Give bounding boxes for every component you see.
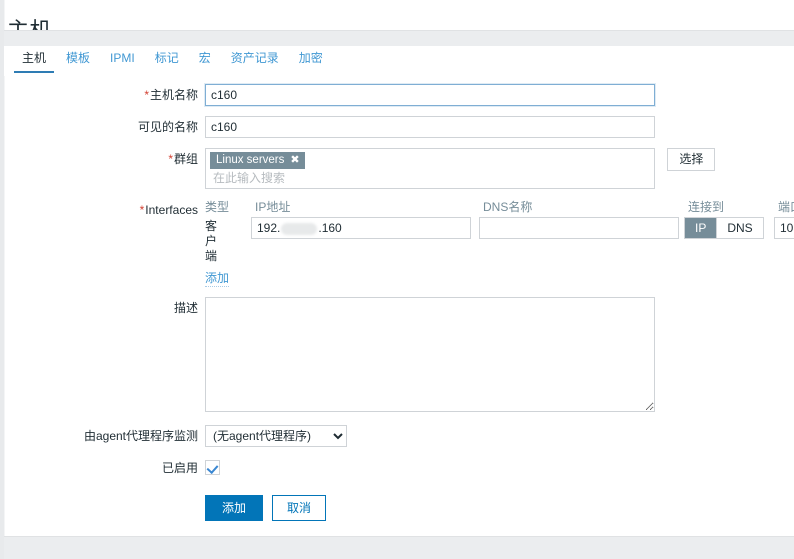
groups-label-wrap: *群组 <box>0 148 205 170</box>
tab-templates-label: 模板 <box>66 51 91 65</box>
required-marker: * <box>139 203 145 217</box>
interfaces-header-dns: DNS名称 <box>483 200 533 214</box>
enabled-checkbox[interactable] <box>205 460 220 475</box>
tab-encryption-label: 加密 <box>298 51 323 65</box>
select-groups-button[interactable]: 选择 <box>667 148 716 171</box>
interface-ip-input[interactable]: 192. .160 <box>251 217 471 239</box>
interfaces-header-connect-to: 连接到 <box>688 200 725 214</box>
tab-tags[interactable]: 标记 <box>145 46 189 73</box>
close-icon[interactable]: ✖ <box>290 154 299 166</box>
interface-dns-input[interactable] <box>479 217 679 239</box>
interfaces-header-port: 端口 <box>778 200 794 214</box>
actions-field-wrap: 添加 取消 <box>205 495 794 521</box>
visible-name-field-wrap <box>205 116 794 138</box>
interface-port-cell: 10 <box>774 217 794 239</box>
interfaces-header-type: 类型 <box>205 200 230 214</box>
submit-button[interactable]: 添加 <box>205 495 264 521</box>
tab-inventory-label: 资产记录 <box>230 51 279 65</box>
interface-connect-cell: IP DNS <box>684 217 774 239</box>
connect-to-dns-option[interactable]: DNS <box>717 218 763 238</box>
tab-macros-label: 宏 <box>198 51 211 65</box>
required-marker: * <box>144 88 149 102</box>
groups-multiselect[interactable]: Linux servers ✖ 在此输入搜索 <box>205 148 655 189</box>
tab-ipmi-label: IPMI <box>110 51 135 65</box>
interface-row: 客户端 192. .160 IP DNS 10 <box>205 217 794 264</box>
tab-macros[interactable]: 宏 <box>189 46 221 73</box>
required-marker: * <box>168 152 173 166</box>
description-textarea[interactable] <box>205 297 655 412</box>
host-form: *主机名称 可见的名称 *群组 Linux servers <box>0 84 794 531</box>
tab-templates[interactable]: 模板 <box>56 46 100 73</box>
tab-inventory[interactable]: 资产记录 <box>221 46 289 73</box>
row-description: 描述 <box>0 297 794 415</box>
add-interface-link[interactable]: 添加 <box>205 271 230 287</box>
enabled-field-wrap <box>205 457 794 475</box>
proxy-label-wrap: 由agent代理程序监测 <box>0 425 205 447</box>
connect-to-ip-option[interactable]: IP <box>685 218 717 238</box>
description-field-wrap <box>205 297 794 415</box>
description-label: 描述 <box>173 301 198 315</box>
description-label-wrap: 描述 <box>0 297 205 319</box>
tab-bar: 主机 模板 IPMI 标记 宏 资产记录 加密 <box>4 46 794 76</box>
row-actions: 添加 取消 <box>0 495 794 521</box>
groups-label: 群组 <box>173 152 198 166</box>
row-visible-name: 可见的名称 <box>0 116 794 138</box>
redacted-octets <box>281 222 318 235</box>
interface-ip-cell: 192. .160 <box>251 217 479 239</box>
interface-type-cell: 客户端 <box>205 217 251 264</box>
host-configuration-page: 主机 主机 模板 IPMI 标记 宏 资产记录 加密 *主机名称 可见的名称 <box>0 0 794 559</box>
group-chip[interactable]: Linux servers ✖ <box>210 152 305 169</box>
interface-type-value: 客户端 <box>205 219 218 263</box>
hostname-field-wrap <box>205 84 794 106</box>
interface-dns-cell <box>479 217 684 239</box>
interfaces-label-wrap: *Interfaces <box>0 199 205 221</box>
interfaces-label: Interfaces <box>145 203 198 217</box>
hostname-label-wrap: *主机名称 <box>0 84 205 106</box>
connect-to-toggle: IP DNS <box>684 217 764 239</box>
tab-host[interactable]: 主机 <box>12 46 56 73</box>
interface-ip-prefix: 192. <box>257 221 281 235</box>
footer-band <box>4 536 794 559</box>
visible-name-label-wrap: 可见的名称 <box>0 116 205 138</box>
visible-name-label: 可见的名称 <box>137 120 198 134</box>
enabled-label-wrap: 已启用 <box>0 457 205 479</box>
interface-ip-suffix: .160 <box>318 221 342 235</box>
title-band <box>4 31 794 46</box>
row-proxy: 由agent代理程序监测 (无agent代理程序) <box>0 425 794 447</box>
groups-field-wrap: Linux servers ✖ 在此输入搜索 选择 <box>205 148 794 189</box>
row-interfaces: *Interfaces 类型 IP地址 DNS名称 连接到 端口 客户端 192… <box>0 199 794 287</box>
row-groups: *群组 Linux servers ✖ 在此输入搜索 选择 <box>0 148 794 189</box>
group-chip-label: Linux servers <box>216 154 285 166</box>
tab-encryption[interactable]: 加密 <box>289 46 333 73</box>
proxy-select[interactable]: (无agent代理程序) <box>205 425 347 447</box>
hostname-label: 主机名称 <box>149 88 198 102</box>
tab-host-label: 主机 <box>22 51 47 65</box>
interfaces-header-ip: IP地址 <box>255 200 291 214</box>
hostname-input[interactable] <box>205 84 655 106</box>
row-hostname: *主机名称 <box>0 84 794 106</box>
tab-tags-label: 标记 <box>154 51 179 65</box>
interface-port-input[interactable]: 10 <box>774 217 794 239</box>
row-enabled: 已启用 <box>0 457 794 479</box>
proxy-field-wrap: (无agent代理程序) <box>205 425 794 447</box>
visible-name-input[interactable] <box>205 116 655 138</box>
tab-ipmi[interactable]: IPMI <box>100 46 145 73</box>
proxy-label: 由agent代理程序监测 <box>83 429 198 443</box>
enabled-label: 已启用 <box>161 461 198 475</box>
cancel-button[interactable]: 取消 <box>272 495 327 521</box>
interfaces-field-wrap: 类型 IP地址 DNS名称 连接到 端口 客户端 192. .160 <box>205 199 794 287</box>
interfaces-header-row: 类型 IP地址 DNS名称 连接到 端口 <box>205 199 794 217</box>
groups-search-placeholder[interactable]: 在此输入搜索 <box>210 169 650 186</box>
